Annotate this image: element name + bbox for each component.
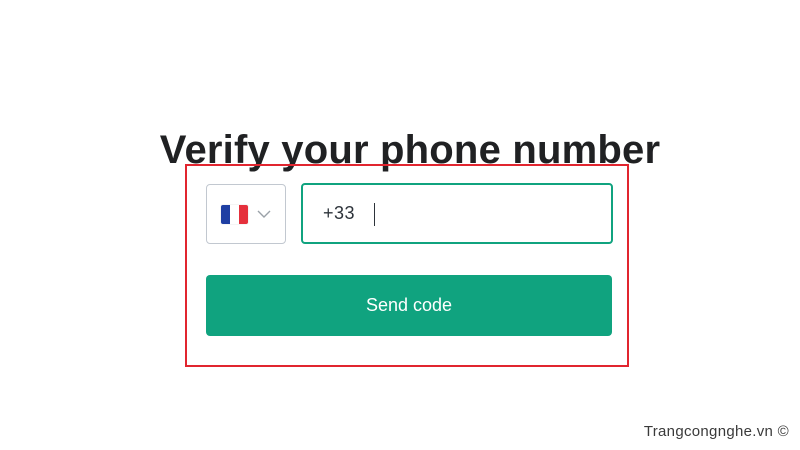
- phone-number-input[interactable]: [303, 185, 611, 242]
- text-caret: [374, 203, 375, 226]
- phone-number-field[interactable]: [301, 183, 613, 244]
- watermark: Trangcongnghe.vn ©: [643, 423, 789, 440]
- chevron-down-icon: [257, 209, 271, 219]
- send-code-button[interactable]: Send code: [206, 275, 612, 336]
- france-flag-icon: [221, 204, 248, 224]
- verify-phone-page: Verify your phone number Send code Trang…: [0, 0, 800, 450]
- country-code-select[interactable]: [206, 184, 286, 244]
